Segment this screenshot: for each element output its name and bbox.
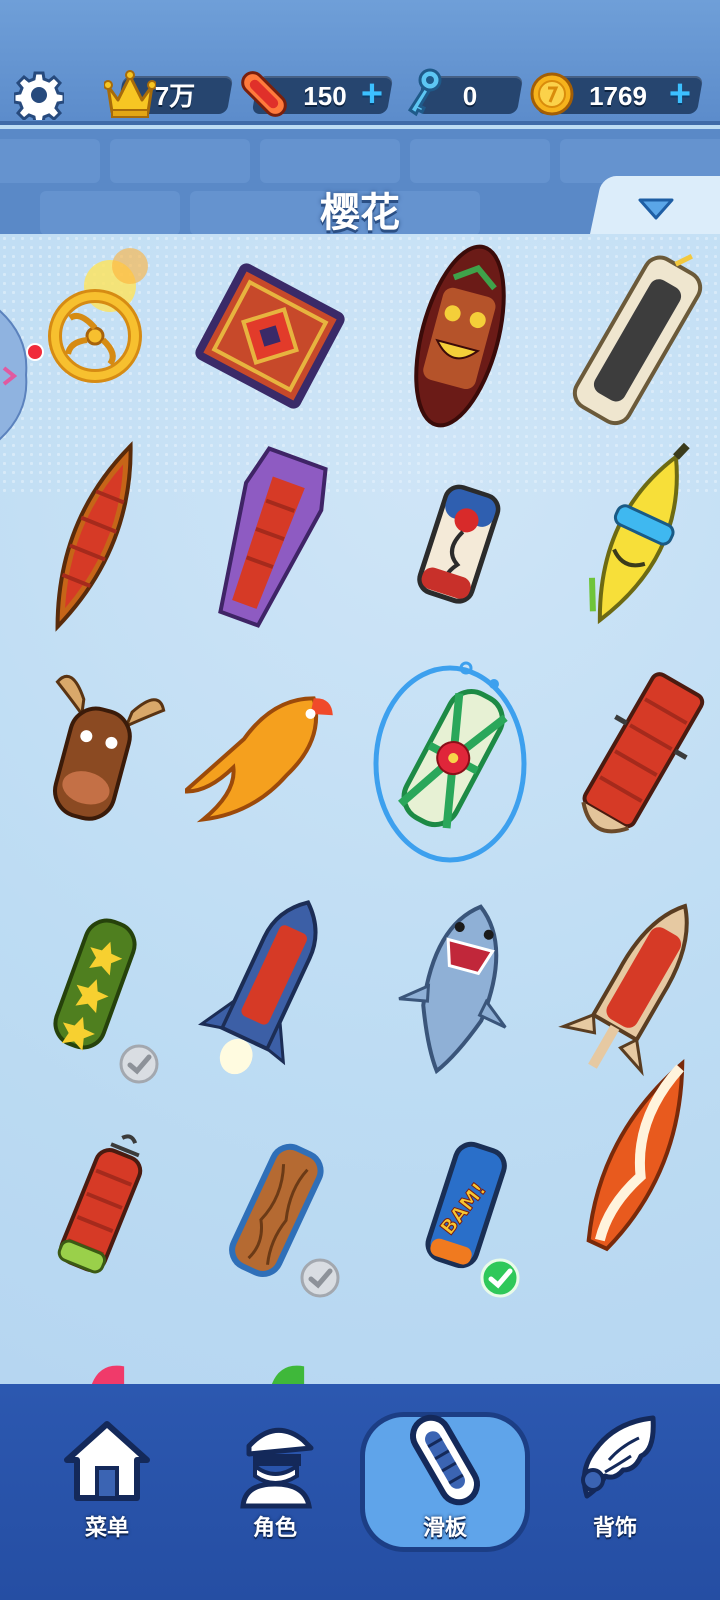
board-item[interactable] [185,884,355,1094]
board-item[interactable] [555,236,720,446]
owned-check-icon [119,1044,159,1084]
board-item[interactable]: BAM! [375,1124,545,1334]
hoverboard-value: 150 [303,81,347,111]
banana-board-icon [588,442,690,625]
sled-board-icon [581,672,705,834]
tab-character-label: 角色 [252,1515,297,1540]
board-item[interactable] [185,236,355,446]
board-item[interactable] [10,1124,180,1334]
tab-character[interactable]: 角色 [200,1410,350,1540]
bam-board-icon: BAM! [425,1141,507,1269]
board-item[interactable] [555,434,720,644]
crown-value: 7万 [154,81,196,111]
home-icon [64,1421,150,1501]
tub-board-icon [572,253,703,426]
moose-board-icon [53,674,166,821]
tab-menu-label: 菜单 [84,1515,129,1540]
buy-hoverboards-button[interactable]: + [356,75,388,113]
board-item[interactable] [185,654,355,864]
board-item[interactable] [185,434,355,644]
board-item[interactable] [375,236,545,446]
tab-hoverboard[interactable]: 滑板 [370,1410,520,1540]
golden-ring-board-icon [48,248,148,383]
buy-coins-button[interactable]: + [664,75,696,113]
hoverboard-icon [410,1414,480,1506]
board-item[interactable] [375,884,545,1094]
tab-backpack-label: 背饰 [592,1515,637,1540]
equipped-check-icon [480,1258,520,1298]
board-item[interactable] [10,236,180,446]
tiki-board-icon [414,244,506,428]
tab-backpack[interactable]: 背饰 [540,1410,690,1540]
board-item[interactable] [375,434,545,644]
triangle-down-icon[interactable] [636,196,676,224]
key-value: 0 [462,81,478,111]
board-item[interactable] [555,654,720,864]
hoverboard-token-icon [241,71,287,117]
gear-icon[interactable] [14,70,64,120]
tab-hoverboard-label: 滑板 [422,1515,467,1540]
canoe-board-icon [55,441,133,632]
coin-value: 1769 [589,81,647,111]
phoenix-board-icon [185,696,333,823]
sakura-board-icon [373,661,527,863]
partial-board-icon [271,1365,305,1384]
coffin-board-icon [218,446,328,628]
board-item[interactable] [10,654,180,864]
rose-board-icon [417,484,501,604]
carpet-board-icon [195,263,345,409]
coin-icon [530,72,574,116]
surf-board-icon [586,1058,685,1252]
wing-icon [581,1415,656,1499]
tab-menu[interactable]: 菜单 [32,1410,182,1540]
key-icon [407,68,442,117]
board-item[interactable] [370,654,540,864]
shark-board-icon [398,904,507,1075]
board-item[interactable] [10,434,180,644]
character-icon [240,1427,314,1509]
owned-check-icon [300,1258,340,1298]
scooter-board-icon [57,1134,143,1274]
board-item[interactable] [555,1054,720,1264]
partial-board-icon [91,1365,125,1384]
rocket-board-icon [198,900,318,1075]
wooden-board-icon [229,1143,324,1277]
board-item[interactable] [185,1124,355,1334]
